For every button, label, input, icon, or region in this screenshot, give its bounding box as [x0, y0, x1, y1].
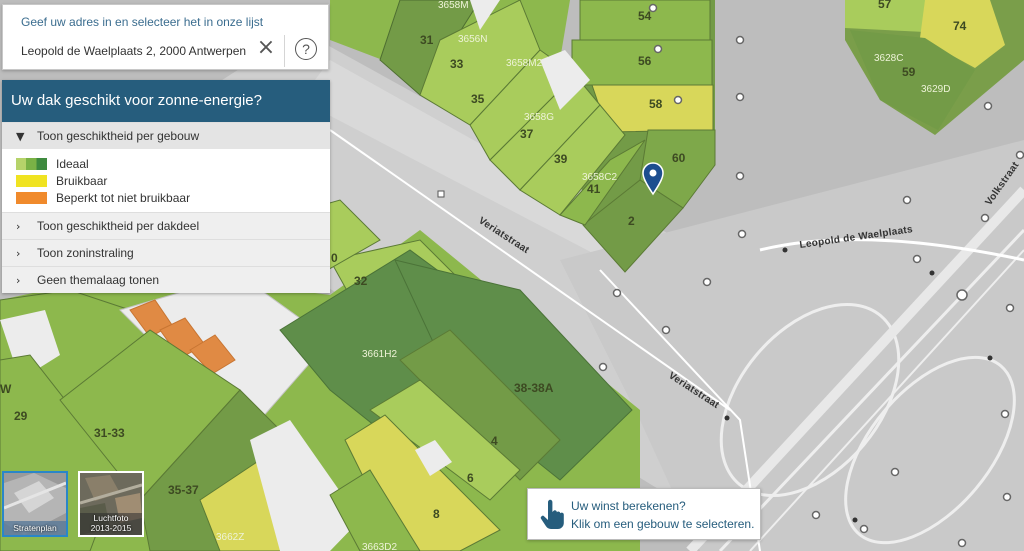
- solar-suitability-panel: Uw dak geschikt voor zonne-energie? ▼ Too…: [2, 80, 330, 293]
- parcel-number: 6: [467, 471, 474, 485]
- legend-label: Beperkt tot niet bruikbaar: [56, 190, 191, 205]
- parcel-number: 32: [354, 274, 368, 288]
- winst-subtitle: Klik om een gebouw te selecteren.: [571, 517, 755, 531]
- parcel-code: 3663D2: [362, 542, 397, 551]
- parcel-number: W: [0, 382, 12, 396]
- parcel-code: 3658M: [438, 0, 469, 11]
- parcel-number: 57: [878, 0, 892, 11]
- parcel-number: 0: [331, 251, 338, 265]
- chevron-right-icon: ›: [16, 220, 21, 233]
- parcel-number: 31-33: [94, 426, 125, 440]
- basemap-label-line: 2013-2015: [90, 523, 132, 533]
- parcel-number: 4: [491, 434, 498, 448]
- legend-item-ideal: Ideaal: [16, 155, 330, 172]
- calculate-savings-button[interactable]: Uw winst berekenen? Klik om een gebouw t…: [527, 488, 761, 540]
- legend-swatch: [16, 174, 47, 187]
- section-per-roof-part[interactable]: › Toon geschiktheid per dakdeel: [2, 212, 330, 239]
- parcel-number: 33: [450, 57, 464, 71]
- address-search-input[interactable]: [17, 40, 261, 62]
- parcel-code: 3658M2: [506, 58, 543, 69]
- basemap-label: Stratenplan: [13, 523, 57, 533]
- address-search-box: Geef uw adres in en selecteer het in onz…: [2, 4, 329, 70]
- parcel-number: 8: [433, 507, 440, 521]
- parcel-number: 74: [953, 19, 967, 33]
- parcel-number: 41: [587, 182, 601, 196]
- basemap-stratenplan-button[interactable]: Stratenplan: [2, 471, 68, 537]
- basemap-luchtfoto-button[interactable]: Luchtfoto 2013-2015: [78, 471, 144, 537]
- basemap-label: Luchtfoto 2013-2015: [80, 513, 142, 533]
- section-label: Toon geschiktheid per gebouw: [37, 129, 200, 143]
- hand-pointer-icon: [540, 499, 564, 529]
- divider: [284, 35, 285, 67]
- parcel-code: 3661H2: [362, 349, 397, 360]
- parcel-code: 3658G: [524, 112, 554, 123]
- parcel-code: 3662Z: [216, 532, 244, 543]
- legend-swatch: [16, 191, 47, 204]
- section-per-building[interactable]: ▼ Toon geschiktheid per gebouw: [2, 122, 330, 149]
- parcel-number: 54: [638, 9, 652, 23]
- legend-label: Ideaal: [56, 156, 89, 171]
- section-no-theme-layer[interactable]: › Geen themalaag tonen: [2, 266, 330, 293]
- chevron-right-icon: ›: [16, 274, 21, 287]
- chevron-down-icon: ▼: [16, 130, 25, 143]
- parcel-number: 39: [554, 152, 568, 166]
- parcel-number: 37: [520, 127, 534, 141]
- parcel-number: 35-37: [168, 483, 199, 497]
- parcel-code: 3656N: [458, 34, 487, 45]
- basemap-label-line: Luchtfoto: [93, 513, 129, 523]
- parcel-number: 59: [902, 65, 916, 79]
- legend: Ideaal Bruikbaar Beperkt tot niet bruikb…: [2, 149, 330, 212]
- close-icon[interactable]: ×: [255, 37, 277, 60]
- parcel-number: 38-38A: [514, 381, 554, 395]
- parcel-number: 29: [14, 409, 28, 423]
- legend-label: Bruikbaar: [56, 173, 108, 188]
- legend-item-bruikbaar: Bruikbaar: [16, 172, 330, 189]
- parcel-code: 3658C2: [582, 172, 617, 183]
- chevron-right-icon: ›: [16, 247, 21, 260]
- section-label: Toon zoninstraling: [37, 246, 134, 260]
- search-hint: Geef uw adres in en selecteer het in onz…: [21, 15, 264, 29]
- section-solar-irradiation[interactable]: › Toon zoninstraling: [2, 239, 330, 266]
- parcel-number: 56: [638, 54, 652, 68]
- parcel-number: 31: [420, 33, 434, 47]
- section-label: Toon geschiktheid per dakdeel: [37, 219, 200, 233]
- parcel-number: 35: [471, 92, 485, 106]
- section-label: Geen themalaag tonen: [37, 273, 160, 287]
- legend-item-beperkt: Beperkt tot niet bruikbaar: [16, 189, 330, 206]
- winst-title: Uw winst berekenen?: [571, 499, 686, 513]
- help-button[interactable]: ?: [295, 38, 317, 60]
- panel-title: Uw dak geschikt voor zonne-energie?: [2, 80, 330, 122]
- parcel-code: 3628C: [874, 53, 903, 64]
- legend-swatch: [16, 157, 47, 170]
- parcel-code: 3629D: [921, 84, 950, 95]
- parcel-number: 58: [649, 97, 663, 111]
- parcel-number: 60: [672, 151, 686, 165]
- parcel-number: 2: [628, 214, 635, 228]
